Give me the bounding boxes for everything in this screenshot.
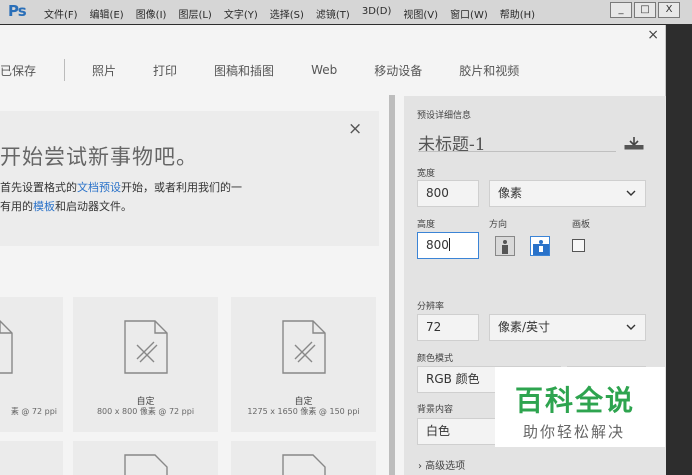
resolution-label: 分辨率: [417, 302, 445, 312]
welcome-text: 有用的: [0, 200, 33, 213]
watermark: 百科全说 助你轻松解决: [495, 367, 665, 447]
save-preset-icon[interactable]: [624, 136, 644, 150]
menu-3d[interactable]: 3D(D): [362, 6, 392, 21]
welcome-banner: × 开始尝试新事物吧。 首先设置格式的文档预设开始，或者利用我们的一 有用的模板…: [0, 111, 379, 246]
height-input[interactable]: 800: [417, 232, 479, 259]
tab-divider: [64, 59, 66, 81]
menu-layer[interactable]: 图层(L): [178, 6, 211, 21]
dialog-close-icon[interactable]: ×: [647, 27, 659, 43]
scrollbar-thumb[interactable]: [389, 95, 395, 475]
resolution-unit-value: 像素/英寸: [498, 320, 551, 334]
maximize-button[interactable]: □: [634, 2, 656, 18]
artboard-label: 画板: [572, 220, 591, 230]
document-icon: [281, 320, 326, 374]
menu-help[interactable]: 帮助(H): [500, 6, 535, 21]
menu-type[interactable]: 文字(Y): [224, 6, 258, 21]
preset-size: 800 x 800 像素 @ 72 ppi: [96, 407, 195, 416]
welcome-text: 开始，或者利用我们的一: [121, 181, 242, 194]
templates-link[interactable]: 模板: [33, 200, 55, 213]
tab-print[interactable]: 打印: [153, 62, 177, 79]
tab-film-video[interactable]: 胶片和视频: [459, 62, 519, 79]
window-controls: _ □ X: [610, 2, 680, 18]
welcome-title: 开始尝试新事物吧。: [0, 145, 198, 169]
preset-size: 1275 x 1650 像素 @ 150 ppi: [247, 407, 360, 416]
text-cursor: [448, 238, 450, 251]
preset-tile[interactable]: [231, 441, 376, 475]
width-unit-select[interactable]: 像素: [489, 180, 646, 207]
menu-filter[interactable]: 滤镜(T): [316, 6, 350, 21]
resolution-unit-select[interactable]: 像素/英寸: [489, 314, 646, 341]
preset-size: 素 @ 72 ppi: [10, 407, 57, 416]
close-window-button[interactable]: X: [658, 2, 680, 18]
chevron-down-icon: [626, 324, 636, 330]
welcome-line-1: 首先设置格式的文档预设开始，或者利用我们的一: [0, 179, 242, 195]
preset-tile[interactable]: 自定 800 x 800 像素 @ 72 ppi: [73, 297, 218, 432]
landscape-orientation-icon[interactable]: [530, 236, 550, 256]
preset-tile[interactable]: [73, 441, 218, 475]
color-mode-value: RGB 颜色: [426, 372, 480, 386]
preset-tile[interactable]: 自定 1275 x 1650 像素 @ 150 ppi: [231, 297, 376, 432]
width-input[interactable]: 800: [417, 180, 479, 207]
chevron-down-icon: [626, 190, 636, 196]
advanced-options-toggle[interactable]: › 高级选项: [418, 457, 465, 472]
menubar: Ps 文件(F) 编辑(E) 图像(I) 图层(L) 文字(Y) 选择(S) 滤…: [0, 0, 692, 24]
tab-photo[interactable]: 照片: [92, 62, 116, 79]
background-label: 背景内容: [417, 405, 454, 415]
menu-window[interactable]: 窗口(W): [450, 6, 488, 21]
preset-tile[interactable]: 素 @ 72 ppi: [0, 297, 63, 432]
ps-logo: Ps: [8, 2, 27, 20]
tab-art-illustration[interactable]: 图稿和插图: [214, 62, 274, 79]
preset-tabs: 已保存 照片 打印 图稿和插图 Web 移动设备 胶片和视频: [0, 59, 556, 81]
menu-items: 文件(F) 编辑(E) 图像(I) 图层(L) 文字(Y) 选择(S) 滤镜(T…: [44, 6, 547, 21]
welcome-line-2: 有用的模板和启动器文件。: [0, 198, 132, 214]
menu-edit[interactable]: 编辑(E): [90, 6, 124, 21]
document-icon: [0, 320, 13, 374]
minimize-button[interactable]: _: [610, 2, 632, 18]
document-icon: [282, 454, 326, 475]
photoshop-window: Ps 文件(F) 编辑(E) 图像(I) 图层(L) 文字(Y) 选择(S) 滤…: [0, 0, 692, 475]
name-underline: [418, 151, 616, 152]
watermark-subtitle: 助你轻松解决: [523, 423, 626, 441]
menu-select[interactable]: 选择(S): [270, 6, 304, 21]
presets-scrollbar[interactable]: [389, 95, 395, 475]
document-presets-link[interactable]: 文档预设: [77, 181, 121, 194]
height-label: 高度: [417, 220, 436, 230]
tab-saved[interactable]: 已保存: [0, 62, 36, 79]
orientation-label: 方向: [489, 220, 508, 230]
menu-view[interactable]: 视图(V): [403, 6, 438, 21]
menu-image[interactable]: 图像(I): [136, 6, 167, 21]
document-icon: [124, 454, 168, 475]
height-value: 800: [426, 238, 449, 252]
banner-close-icon[interactable]: ×: [348, 119, 362, 139]
preset-details-label: 预设详细信息: [417, 111, 472, 121]
artboard-checkbox[interactable]: [572, 239, 585, 252]
preset-tile[interactable]: [0, 441, 63, 475]
tab-mobile[interactable]: 移动设备: [374, 62, 422, 79]
width-unit-value: 像素: [498, 186, 523, 200]
document-icon: [123, 320, 168, 374]
tab-web[interactable]: Web: [311, 63, 337, 77]
resolution-input[interactable]: 72: [417, 314, 479, 341]
color-mode-label: 颜色模式: [417, 354, 454, 364]
menu-file[interactable]: 文件(F): [44, 6, 78, 21]
watermark-title: 百科全说: [515, 384, 636, 417]
portrait-orientation-icon[interactable]: [495, 236, 515, 256]
welcome-text: 和启动器文件。: [55, 200, 132, 213]
welcome-text: 首先设置格式的: [0, 181, 77, 194]
width-label: 宽度: [417, 169, 436, 179]
background-select[interactable]: 白色: [417, 418, 497, 445]
